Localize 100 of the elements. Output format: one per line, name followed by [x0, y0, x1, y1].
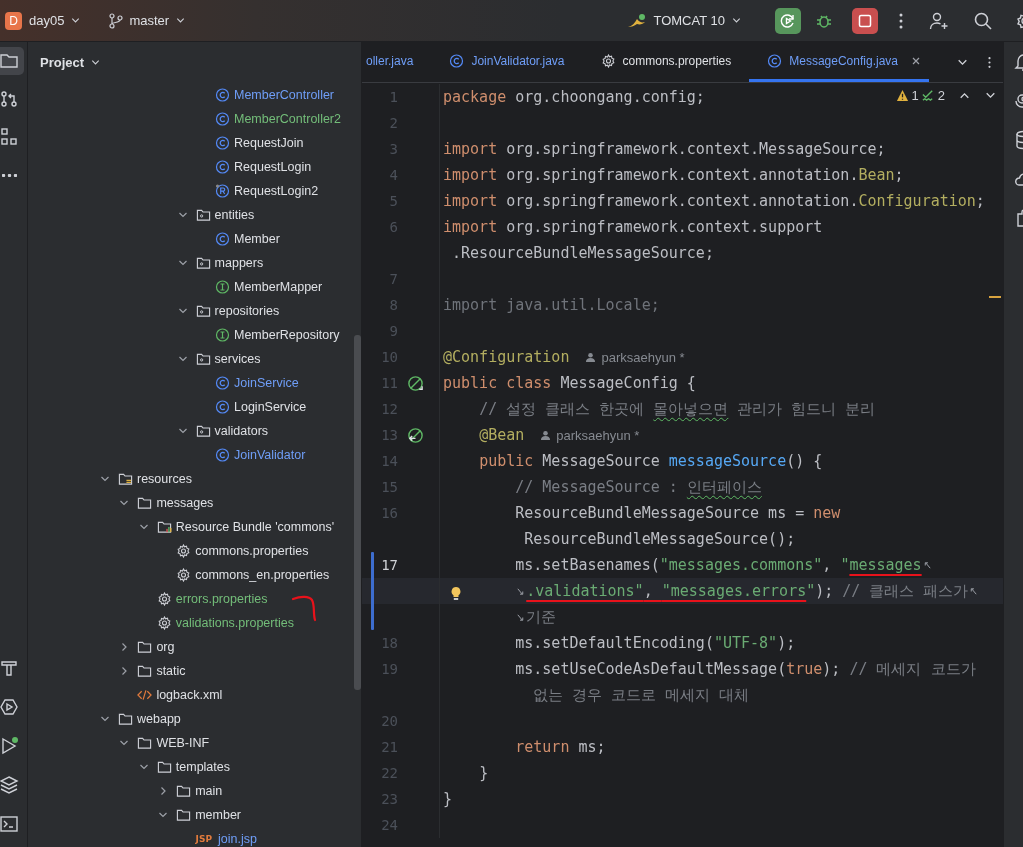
interface-icon: [215, 328, 230, 342]
close-icon[interactable]: [911, 55, 921, 66]
jsp-file-icon: JSP: [195, 834, 213, 844]
tree-item[interactable]: webapp: [137, 712, 181, 726]
tree-item[interactable]: member: [195, 808, 242, 822]
tree-item[interactable]: messages: [156, 496, 214, 510]
folder-icon: [195, 208, 211, 222]
code-line: .ResourceBundleMessageSource;: [452, 244, 714, 262]
code-line: return ms;: [515, 738, 606, 756]
tree-item[interactable]: org: [156, 640, 175, 654]
class-icon: [767, 53, 783, 68]
tree-item[interactable]: errors.properties: [175, 592, 268, 606]
warning-marker[interactable]: [989, 296, 1001, 298]
tree-item[interactable]: mappers: [214, 256, 264, 270]
tree-item[interactable]: Resource Bundle 'commons': [175, 520, 335, 534]
author-hint[interactable]: parksaehyun *: [556, 427, 640, 443]
scrollbar-thumb[interactable]: [354, 335, 361, 690]
tree-item[interactable]: validators: [214, 424, 269, 438]
code-line: ms.setUseCodeAsDefaultMessage(true); // 메세지 코드가: [515, 659, 976, 679]
gear-icon: [176, 544, 192, 558]
person-icon: [585, 351, 597, 363]
code-line: }: [443, 790, 453, 808]
tree-item[interactable]: validations.properties: [175, 616, 294, 630]
code-line: @Bean: [479, 426, 525, 444]
more-icon: [1, 173, 17, 177]
class-icon: [215, 448, 230, 462]
code-line: // 설정 클래스 한곳에 몰아넣으면 관리가 힘드니 분리: [479, 399, 876, 419]
tree-item[interactable]: MemberController2: [234, 112, 341, 126]
tree-item[interactable]: MemberController: [234, 88, 335, 102]
folder-icon: [137, 496, 153, 510]
gear-icon: [156, 616, 172, 630]
tree-item[interactable]: join.jsp: [218, 832, 257, 846]
services-icon: [0, 697, 19, 717]
folder-icon: [137, 736, 153, 750]
tab-label: MessageConfig.java: [789, 53, 898, 68]
gear-icon: [156, 592, 172, 606]
tree-item[interactable]: resources: [137, 472, 192, 486]
tree-item[interactable]: static: [156, 664, 186, 678]
code-line: import org.springframework.context.annotation.Configuration;: [443, 192, 985, 210]
tree-item[interactable]: MemberRepository: [234, 328, 340, 342]
tree-item[interactable]: services: [214, 352, 261, 366]
code-line: 없는 경우 코드로 메세지 대체: [533, 685, 750, 705]
code-line: import java.util.Locale;: [443, 296, 660, 314]
tree-item[interactable]: commons.properties: [195, 544, 309, 558]
class-icon: [215, 400, 230, 414]
folder-icon: [195, 352, 211, 366]
search-icon[interactable]: [973, 10, 993, 31]
class-icon: [215, 160, 230, 174]
tree-item[interactable]: JoinService: [234, 376, 299, 390]
folder-icon: [195, 304, 211, 318]
tree-item[interactable]: commons_en.properties: [195, 568, 330, 582]
code-line: @Configuration: [443, 348, 570, 366]
warning-icon[interactable]: [895, 89, 909, 102]
stop-icon: [857, 12, 873, 29]
editor-tab[interactable]: JoinValidator.java: [431, 42, 583, 82]
check-count: 2: [937, 88, 945, 103]
folder-icon: [118, 472, 133, 486]
editor-tab[interactable]: commons.properties: [582, 42, 750, 82]
bean-gutter-icon[interactable]: [407, 426, 424, 444]
project-tool-button[interactable]: [0, 47, 24, 75]
interface-icon: [215, 280, 230, 294]
tree-item[interactable]: repositories: [214, 304, 280, 318]
code-line: }: [479, 764, 489, 782]
tree-item[interactable]: RequestJoin: [234, 136, 304, 150]
check-icon[interactable]: [921, 89, 935, 102]
project-selector[interactable]: D day05: [5, 7, 88, 34]
folder-icon: [137, 664, 153, 678]
code-line: ms.setDefaultEncoding("UTF-8");: [515, 634, 796, 652]
panel-title[interactable]: Project: [40, 55, 85, 70]
rerun-button[interactable]: [775, 7, 801, 34]
branch-name: master: [129, 13, 170, 28]
add-user-icon[interactable]: [929, 10, 949, 31]
author-hint[interactable]: parksaehyun *: [601, 349, 685, 365]
folder-icon: [195, 256, 211, 270]
tree-item[interactable]: LoginService: [234, 400, 307, 414]
commit-icon: [0, 89, 19, 109]
stop-button[interactable]: [852, 7, 878, 34]
bean-gutter-icon[interactable]: [407, 374, 424, 392]
tree-item[interactable]: main: [195, 784, 223, 798]
tree-item[interactable]: entities: [214, 208, 255, 222]
tree-item[interactable]: logback.xml: [156, 688, 223, 702]
code-line: ResourceBundleMessageSource();: [524, 530, 796, 548]
record-icon: [215, 184, 230, 198]
tree-item[interactable]: WEB-INF: [156, 736, 210, 750]
tree-item[interactable]: MemberMapper: [234, 280, 323, 294]
tree-item[interactable]: JoinValidator: [234, 448, 306, 462]
code-line: ms.setBasenames("messages.commons", "messages: [515, 556, 922, 574]
editor-tab[interactable]: MessageConfig.java: [749, 42, 929, 82]
tree-item[interactable]: Member: [234, 232, 280, 246]
tree-item[interactable]: RequestLogin: [234, 160, 312, 174]
run-config-selector[interactable]: TOMCAT 10: [627, 8, 748, 33]
editor-tab[interactable]: oller.java: [362, 42, 432, 82]
tree-item[interactable]: RequestLogin2: [234, 184, 319, 198]
tree-item[interactable]: templates: [175, 760, 230, 774]
branch-selector[interactable]: master: [109, 8, 193, 33]
class-icon: [215, 376, 230, 390]
layers-icon: [0, 775, 19, 795]
folder-icon: [176, 784, 192, 798]
chevron-icon[interactable]: [90, 57, 102, 68]
lightbulb-icon[interactable]: [450, 585, 462, 602]
